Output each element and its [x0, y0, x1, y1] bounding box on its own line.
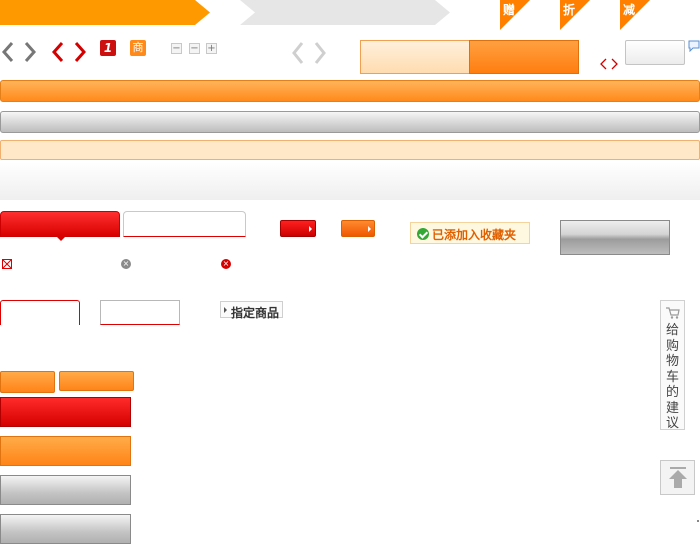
arrow-up-icon [669, 467, 687, 488]
tab-caret-icon [56, 236, 66, 241]
stepper-minus-disabled-icon: − [171, 43, 182, 54]
orange-wide-button[interactable] [0, 436, 131, 466]
chevron-light-pair-icon[interactable] [290, 40, 330, 66]
check-circle-icon [417, 228, 429, 240]
chevron-red-pair-icon[interactable] [50, 40, 90, 64]
close-red-icon[interactable]: × [221, 259, 231, 269]
red-small-button[interactable] [280, 220, 316, 237]
tab-active[interactable] [0, 211, 120, 237]
light-orange-bar [0, 140, 700, 160]
caret-right-icon [309, 226, 312, 232]
white-button[interactable] [625, 40, 685, 65]
step-arrow-inactive [240, 0, 450, 25]
step-arrow-active [0, 0, 210, 25]
caret-right-icon [224, 307, 227, 313]
scroll-marker [697, 520, 699, 522]
mini-chevron-red-icon[interactable] [600, 58, 618, 70]
red-wide-button[interactable] [0, 397, 131, 427]
cart-feedback-tab[interactable]: 给购物车的建议 [660, 300, 685, 431]
selected-option-box[interactable] [0, 300, 80, 325]
reduce-tag-label: 减 [623, 3, 636, 17]
cart-icon [666, 307, 680, 319]
segment-orange-button[interactable] [469, 40, 579, 74]
gray-wide-button-2[interactable] [0, 514, 131, 544]
orange-button-small[interactable] [0, 371, 55, 393]
cart-feedback-label: 给购物车的建议 [665, 323, 679, 431]
orange-bar [0, 80, 700, 102]
gray-bar [0, 111, 700, 133]
segment-light-button[interactable] [360, 40, 470, 74]
gift-tag: 赠 [500, 0, 530, 30]
orange-small-button[interactable] [341, 220, 375, 237]
discount-tag: 折 [560, 0, 590, 30]
specified-goods-tag[interactable]: 指定商品 [220, 301, 284, 320]
gray-gradient-button[interactable] [560, 220, 670, 255]
chevron-gray-pair-icon[interactable] [0, 40, 40, 64]
speech-bubble-icon [688, 40, 700, 52]
stepper-minus-icon[interactable]: − [189, 43, 200, 54]
specified-goods-label: 指定商品 [231, 306, 280, 320]
tab-inactive[interactable] [123, 211, 246, 237]
expand-icon[interactable] [2, 259, 12, 269]
gift-tag-label: 赠 [503, 3, 516, 17]
close-gray-icon[interactable]: × [121, 259, 131, 269]
favorite-added-notice: 已添加入收藏夹 [410, 222, 530, 244]
shop-badge-icon: 商 [130, 40, 146, 56]
fade-bar [0, 162, 700, 200]
orange-button-medium[interactable] [59, 371, 134, 391]
caret-right-icon [368, 226, 371, 232]
reduce-tag: 减 [620, 0, 650, 30]
favorite-added-text: 已添加入收藏夹 [432, 228, 517, 242]
number-one-badge-icon: 1 [100, 40, 116, 56]
stepper-plus-icon[interactable]: + [206, 43, 217, 54]
back-to-top-button[interactable] [660, 460, 695, 495]
discount-tag-label: 折 [563, 3, 576, 17]
option-box[interactable] [100, 300, 180, 325]
gray-wide-button[interactable] [0, 475, 131, 505]
